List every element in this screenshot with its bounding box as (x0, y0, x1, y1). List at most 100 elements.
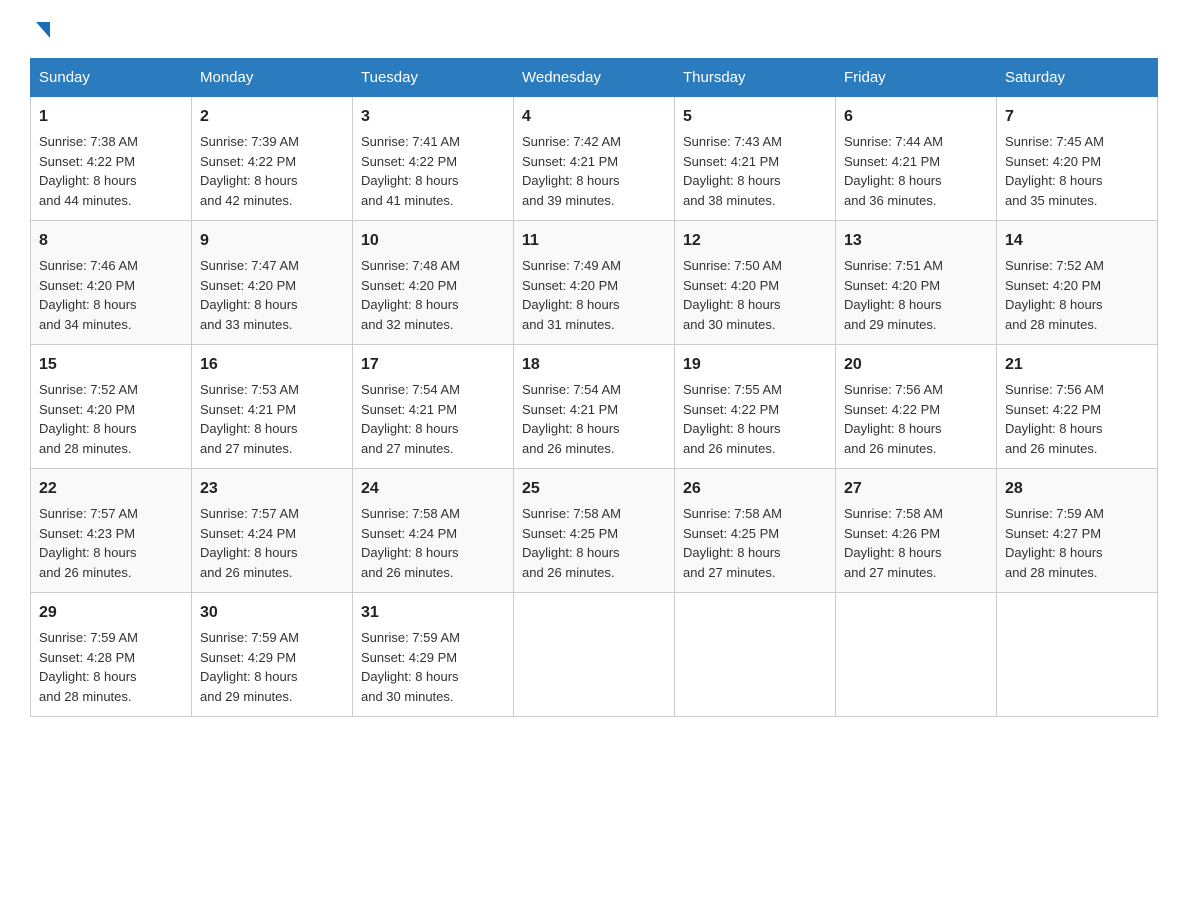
weekday-header-monday: Monday (192, 59, 353, 97)
calendar-cell: 5 Sunrise: 7:43 AMSunset: 4:21 PMDayligh… (675, 97, 836, 221)
weekday-header-wednesday: Wednesday (514, 59, 675, 97)
calendar-cell: 23 Sunrise: 7:57 AMSunset: 4:24 PMDaylig… (192, 469, 353, 593)
day-number: 19 (683, 353, 827, 377)
day-number: 28 (1005, 477, 1149, 501)
day-info: Sunrise: 7:39 AMSunset: 4:22 PMDaylight:… (200, 134, 299, 208)
day-info: Sunrise: 7:52 AMSunset: 4:20 PMDaylight:… (1005, 258, 1104, 332)
day-info: Sunrise: 7:57 AMSunset: 4:23 PMDaylight:… (39, 506, 138, 580)
calendar-cell: 9 Sunrise: 7:47 AMSunset: 4:20 PMDayligh… (192, 221, 353, 345)
day-info: Sunrise: 7:59 AMSunset: 4:27 PMDaylight:… (1005, 506, 1104, 580)
calendar-cell (514, 593, 675, 717)
calendar-cell: 13 Sunrise: 7:51 AMSunset: 4:20 PMDaylig… (836, 221, 997, 345)
calendar-cell: 11 Sunrise: 7:49 AMSunset: 4:20 PMDaylig… (514, 221, 675, 345)
day-info: Sunrise: 7:52 AMSunset: 4:20 PMDaylight:… (39, 382, 138, 456)
day-number: 31 (361, 601, 505, 625)
calendar-cell: 18 Sunrise: 7:54 AMSunset: 4:21 PMDaylig… (514, 345, 675, 469)
calendar-cell: 8 Sunrise: 7:46 AMSunset: 4:20 PMDayligh… (31, 221, 192, 345)
day-info: Sunrise: 7:56 AMSunset: 4:22 PMDaylight:… (844, 382, 943, 456)
day-info: Sunrise: 7:49 AMSunset: 4:20 PMDaylight:… (522, 258, 621, 332)
day-number: 30 (200, 601, 344, 625)
day-info: Sunrise: 7:55 AMSunset: 4:22 PMDaylight:… (683, 382, 782, 456)
calendar-cell (675, 593, 836, 717)
day-number: 27 (844, 477, 988, 501)
day-number: 3 (361, 105, 505, 129)
day-number: 6 (844, 105, 988, 129)
page-header (30, 20, 1158, 38)
day-number: 1 (39, 105, 183, 129)
calendar-week-row: 22 Sunrise: 7:57 AMSunset: 4:23 PMDaylig… (31, 469, 1158, 593)
day-number: 18 (522, 353, 666, 377)
day-number: 17 (361, 353, 505, 377)
day-number: 12 (683, 229, 827, 253)
calendar-week-row: 8 Sunrise: 7:46 AMSunset: 4:20 PMDayligh… (31, 221, 1158, 345)
day-info: Sunrise: 7:57 AMSunset: 4:24 PMDaylight:… (200, 506, 299, 580)
calendar-cell: 28 Sunrise: 7:59 AMSunset: 4:27 PMDaylig… (997, 469, 1158, 593)
weekday-header-tuesday: Tuesday (353, 59, 514, 97)
day-number: 11 (522, 229, 666, 253)
calendar-cell: 10 Sunrise: 7:48 AMSunset: 4:20 PMDaylig… (353, 221, 514, 345)
calendar-cell: 17 Sunrise: 7:54 AMSunset: 4:21 PMDaylig… (353, 345, 514, 469)
calendar-cell: 30 Sunrise: 7:59 AMSunset: 4:29 PMDaylig… (192, 593, 353, 717)
calendar-cell: 6 Sunrise: 7:44 AMSunset: 4:21 PMDayligh… (836, 97, 997, 221)
calendar-cell: 21 Sunrise: 7:56 AMSunset: 4:22 PMDaylig… (997, 345, 1158, 469)
calendar-week-row: 29 Sunrise: 7:59 AMSunset: 4:28 PMDaylig… (31, 593, 1158, 717)
day-number: 20 (844, 353, 988, 377)
calendar-cell: 16 Sunrise: 7:53 AMSunset: 4:21 PMDaylig… (192, 345, 353, 469)
calendar-table: SundayMondayTuesdayWednesdayThursdayFrid… (30, 58, 1158, 717)
calendar-cell: 15 Sunrise: 7:52 AMSunset: 4:20 PMDaylig… (31, 345, 192, 469)
day-number: 24 (361, 477, 505, 501)
day-info: Sunrise: 7:56 AMSunset: 4:22 PMDaylight:… (1005, 382, 1104, 456)
day-info: Sunrise: 7:53 AMSunset: 4:21 PMDaylight:… (200, 382, 299, 456)
day-number: 23 (200, 477, 344, 501)
day-number: 4 (522, 105, 666, 129)
weekday-header-saturday: Saturday (997, 59, 1158, 97)
day-info: Sunrise: 7:43 AMSunset: 4:21 PMDaylight:… (683, 134, 782, 208)
day-info: Sunrise: 7:38 AMSunset: 4:22 PMDaylight:… (39, 134, 138, 208)
calendar-cell: 27 Sunrise: 7:58 AMSunset: 4:26 PMDaylig… (836, 469, 997, 593)
day-number: 8 (39, 229, 183, 253)
calendar-cell: 14 Sunrise: 7:52 AMSunset: 4:20 PMDaylig… (997, 221, 1158, 345)
day-info: Sunrise: 7:58 AMSunset: 4:24 PMDaylight:… (361, 506, 460, 580)
day-info: Sunrise: 7:47 AMSunset: 4:20 PMDaylight:… (200, 258, 299, 332)
day-info: Sunrise: 7:58 AMSunset: 4:26 PMDaylight:… (844, 506, 943, 580)
calendar-week-row: 15 Sunrise: 7:52 AMSunset: 4:20 PMDaylig… (31, 345, 1158, 469)
day-info: Sunrise: 7:45 AMSunset: 4:20 PMDaylight:… (1005, 134, 1104, 208)
day-info: Sunrise: 7:54 AMSunset: 4:21 PMDaylight:… (361, 382, 460, 456)
day-info: Sunrise: 7:44 AMSunset: 4:21 PMDaylight:… (844, 134, 943, 208)
day-info: Sunrise: 7:58 AMSunset: 4:25 PMDaylight:… (683, 506, 782, 580)
calendar-cell: 4 Sunrise: 7:42 AMSunset: 4:21 PMDayligh… (514, 97, 675, 221)
day-number: 26 (683, 477, 827, 501)
calendar-week-row: 1 Sunrise: 7:38 AMSunset: 4:22 PMDayligh… (31, 97, 1158, 221)
calendar-cell: 7 Sunrise: 7:45 AMSunset: 4:20 PMDayligh… (997, 97, 1158, 221)
calendar-cell: 31 Sunrise: 7:59 AMSunset: 4:29 PMDaylig… (353, 593, 514, 717)
calendar-cell (836, 593, 997, 717)
calendar-cell: 1 Sunrise: 7:38 AMSunset: 4:22 PMDayligh… (31, 97, 192, 221)
day-info: Sunrise: 7:59 AMSunset: 4:29 PMDaylight:… (200, 630, 299, 704)
calendar-cell: 26 Sunrise: 7:58 AMSunset: 4:25 PMDaylig… (675, 469, 836, 593)
day-info: Sunrise: 7:59 AMSunset: 4:28 PMDaylight:… (39, 630, 138, 704)
day-number: 10 (361, 229, 505, 253)
day-info: Sunrise: 7:59 AMSunset: 4:29 PMDaylight:… (361, 630, 460, 704)
day-number: 7 (1005, 105, 1149, 129)
weekday-header-thursday: Thursday (675, 59, 836, 97)
calendar-cell: 12 Sunrise: 7:50 AMSunset: 4:20 PMDaylig… (675, 221, 836, 345)
day-number: 21 (1005, 353, 1149, 377)
day-number: 14 (1005, 229, 1149, 253)
day-info: Sunrise: 7:50 AMSunset: 4:20 PMDaylight:… (683, 258, 782, 332)
weekday-header-sunday: Sunday (31, 59, 192, 97)
day-info: Sunrise: 7:54 AMSunset: 4:21 PMDaylight:… (522, 382, 621, 456)
day-info: Sunrise: 7:51 AMSunset: 4:20 PMDaylight:… (844, 258, 943, 332)
day-info: Sunrise: 7:42 AMSunset: 4:21 PMDaylight:… (522, 134, 621, 208)
day-number: 9 (200, 229, 344, 253)
calendar-cell (997, 593, 1158, 717)
day-number: 5 (683, 105, 827, 129)
calendar-header-row: SundayMondayTuesdayWednesdayThursdayFrid… (31, 59, 1158, 97)
calendar-cell: 2 Sunrise: 7:39 AMSunset: 4:22 PMDayligh… (192, 97, 353, 221)
calendar-cell: 22 Sunrise: 7:57 AMSunset: 4:23 PMDaylig… (31, 469, 192, 593)
calendar-cell: 24 Sunrise: 7:58 AMSunset: 4:24 PMDaylig… (353, 469, 514, 593)
day-info: Sunrise: 7:41 AMSunset: 4:22 PMDaylight:… (361, 134, 460, 208)
day-number: 15 (39, 353, 183, 377)
calendar-cell: 29 Sunrise: 7:59 AMSunset: 4:28 PMDaylig… (31, 593, 192, 717)
logo-triangle-icon (32, 20, 54, 42)
calendar-cell: 19 Sunrise: 7:55 AMSunset: 4:22 PMDaylig… (675, 345, 836, 469)
